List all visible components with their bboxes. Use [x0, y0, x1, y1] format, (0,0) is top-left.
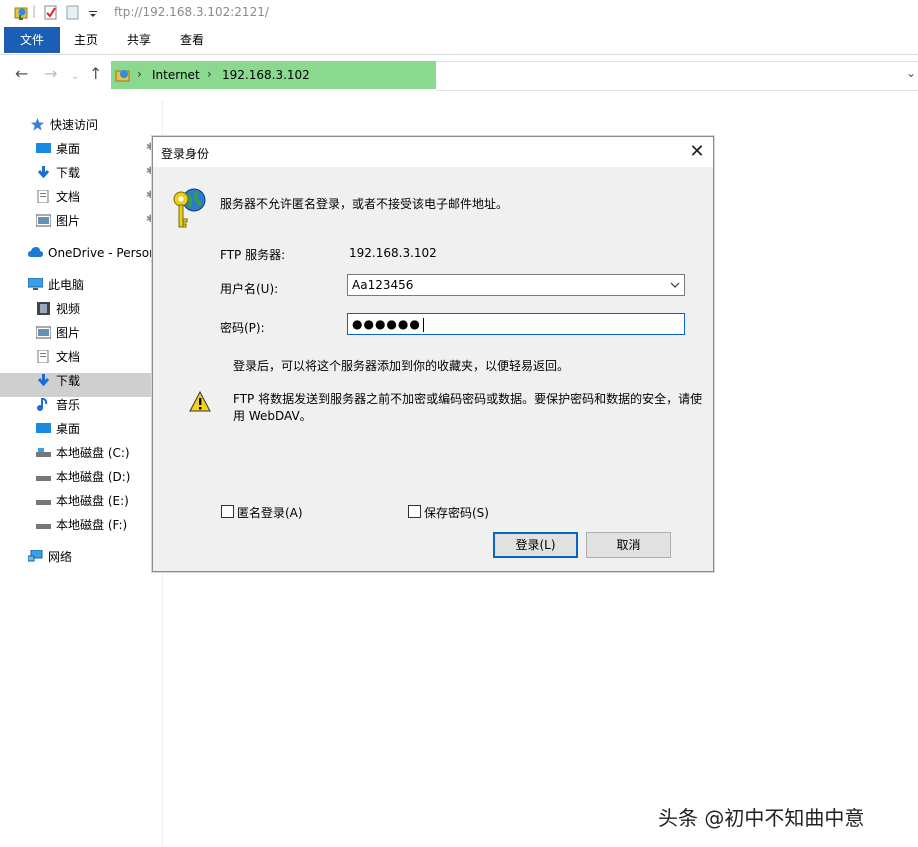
document-icon — [37, 350, 49, 363]
drive-icon — [36, 524, 51, 529]
ftp-folder-icon — [14, 7, 28, 20]
address-dropdown-icon[interactable]: ⌄ — [906, 66, 916, 80]
username-label: 用户名(U): — [220, 282, 279, 296]
title-bar: | ftp://192.168.3.102:2121/ — [0, 0, 918, 26]
qat-dropdown-icon[interactable] — [88, 5, 98, 20]
selected-highlight — [0, 373, 162, 397]
drive-icon — [36, 500, 51, 505]
back-arrow-icon[interactable]: ← — [15, 66, 28, 82]
security-warning-line-2: 用 WebDAV。 — [233, 409, 312, 423]
server-label: FTP 服务器: — [220, 248, 286, 262]
pictures-icon — [36, 214, 51, 227]
key-globe-icon — [173, 188, 206, 228]
address-bar[interactable]: › Internet › 192.168.3.102 — [111, 61, 436, 89]
computer-icon — [28, 278, 43, 290]
username-combobox[interactable]: Aa123456 — [347, 274, 685, 296]
tab-file[interactable]: 文件 — [4, 27, 60, 53]
desktop-icon — [36, 143, 51, 153]
breadcrumb-separator: › — [137, 67, 142, 81]
anonymous-label[interactable]: 匿名登录(A) — [237, 504, 303, 521]
star-icon — [31, 118, 44, 131]
password-input[interactable]: ●●●●●● — [347, 313, 685, 335]
server-value: 192.168.3.102 — [349, 246, 437, 260]
download-arrow-icon — [37, 374, 50, 387]
save-password-label[interactable]: 保存密码(S) — [424, 504, 489, 521]
tab-view[interactable]: 查看 — [166, 27, 218, 53]
close-icon: ✕ — [689, 141, 705, 162]
save-password-checkbox[interactable] — [408, 505, 421, 518]
qat-separator: | — [32, 4, 37, 18]
recent-dropdown-icon[interactable]: ⌄ — [71, 69, 79, 85]
pictures-icon — [36, 326, 51, 339]
password-label: 密码(P): — [220, 321, 265, 335]
tab-share[interactable]: 共享 — [114, 27, 164, 53]
security-warning-line-1: FTP 将数据发送到服务器之前不加密或编码密码或数据。要保护密码和数据的安全，请… — [233, 392, 703, 406]
breadcrumb-internet[interactable]: Internet — [152, 68, 200, 82]
tab-home[interactable]: 主页 — [62, 27, 110, 53]
password-mask: ●●●●●● — [352, 317, 421, 331]
anonymous-checkbox[interactable] — [221, 505, 234, 518]
ribbon-tabs: 文件 主页 共享 查看 — [0, 27, 918, 55]
properties-icon[interactable] — [44, 5, 58, 20]
breadcrumb-separator: › — [207, 67, 212, 81]
cloud-icon — [28, 247, 43, 257]
video-icon — [37, 302, 50, 315]
dialog-title-bar: 登录身份 ✕ — [153, 137, 713, 167]
address-bar-empty[interactable]: ⌄ — [436, 61, 918, 91]
drive-icon — [36, 448, 51, 457]
music-note-icon — [37, 398, 48, 411]
ftp-location-icon — [115, 70, 130, 82]
window-title: ftp://192.168.3.102:2121/ — [114, 5, 269, 19]
download-arrow-icon — [37, 166, 50, 179]
favorites-hint: 登录后，可以将这个服务器添加到你的收藏夹，以便轻易返回。 — [233, 359, 570, 373]
drive-icon — [36, 476, 51, 481]
watermark-text: 头条 @初中不知曲中意 — [658, 806, 865, 830]
forward-arrow-icon[interactable]: → — [44, 66, 57, 82]
username-value: Aa123456 — [352, 278, 414, 292]
login-dialog: 登录身份 ✕ 服务器不允许匿名登录，或者不接受该电子邮件地址。 FTP 服务器:… — [152, 136, 714, 572]
dialog-title: 登录身份 — [161, 147, 210, 161]
up-arrow-icon[interactable]: ↑ — [89, 66, 102, 82]
dialog-message: 服务器不允许匿名登录，或者不接受该电子邮件地址。 — [220, 197, 509, 211]
text-caret — [422, 317, 424, 332]
cancel-button[interactable]: 取消 — [586, 532, 671, 558]
close-button[interactable]: ✕ — [685, 141, 709, 163]
new-folder-icon[interactable] — [66, 5, 80, 20]
desktop-icon — [36, 423, 51, 433]
login-button[interactable]: 登录(L) — [493, 532, 578, 558]
document-icon — [37, 190, 49, 203]
breadcrumb-server[interactable]: 192.168.3.102 — [222, 68, 310, 82]
warning-icon — [189, 391, 211, 412]
network-icon — [28, 550, 43, 562]
chevron-down-icon[interactable] — [670, 280, 680, 290]
navigation-pane: 快速访问 桌面 ✱ 下载 ✱ 文档 ✱ 图片 ✱ OneDrive - Pers… — [0, 100, 163, 847]
